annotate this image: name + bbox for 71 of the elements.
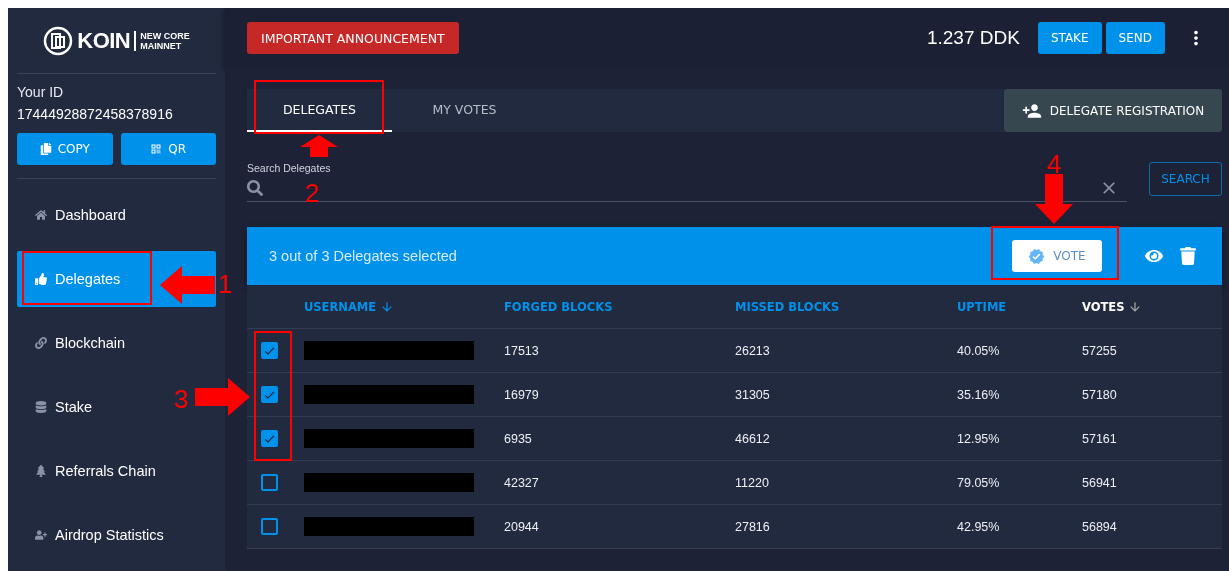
copy-button[interactable]: COPY [17,133,113,165]
pointer-arrow [1035,174,1073,224]
thumb-icon [35,273,47,285]
column-header[interactable]: FORGED BLOCKS [504,299,735,314]
vote-button[interactable]: VOTE [1012,240,1102,272]
tab[interactable]: MY VOTES [392,89,537,132]
send-button[interactable]: SEND [1105,22,1165,54]
search-icon [247,180,263,196]
pointer-arrow [160,266,215,304]
pointer-arrow [195,378,250,416]
table-cell-text: 20944 [504,519,540,534]
nav-item[interactable]: Dashboard [17,187,132,243]
column-header[interactable]: MISSED BLOCKS [735,299,957,314]
tab[interactable]: DELEGATES [247,89,392,132]
table-cell-text: 27816 [735,519,771,534]
table-cell-text: 57161 [1082,431,1118,446]
search-button[interactable]: SEARCH [1149,162,1222,196]
row-checkbox[interactable] [261,342,278,359]
stack-icon [35,401,47,413]
link-icon [35,337,47,349]
id-label: Your ID [17,84,65,100]
table-cell-text: 57255 [1082,343,1118,358]
pointer-arrow [300,135,338,157]
delegate-registration-button[interactable]: DELEGATE REGISTRATION [1004,89,1222,132]
logo-text: KOIN [77,27,131,54]
stake-button[interactable]: STAKE [1037,22,1102,54]
table-cell-text: 17513 [504,343,540,358]
table-cell-text: 42327 [504,475,540,490]
qr-code-icon [150,143,163,155]
balance: 1.237 DDK [926,27,1020,49]
table-cell-text: 26213 [735,343,771,358]
tree-icon [35,465,47,477]
qr-button[interactable]: QR [120,133,216,165]
table-cell-text: 40.05% [957,343,1001,358]
table-cell-text: 11220 [735,475,770,490]
nav-item[interactable]: Blockchain [17,315,132,371]
badge-check-icon [1028,247,1046,265]
table-cell-text: 42.95% [957,519,1001,534]
nav-item[interactable]: Referrals Chain [17,443,162,499]
table-cell-text: 16979 [504,387,540,402]
row-checkbox[interactable] [261,386,278,403]
table-cell-text: 12.95% [957,431,1001,446]
table-cell-text: 46612 [735,431,771,446]
row-checkbox[interactable] [261,430,278,447]
table-cell-text: 56941 [1082,475,1118,490]
logo-subtitle: NEW CORE [140,30,190,41]
table-cell-text: 31305 [735,387,771,402]
column-header[interactable]: USERNAME [304,299,504,314]
logo-icon [43,25,74,56]
home-icon [35,209,47,221]
nav-item[interactable]: Stake [17,379,99,435]
trash-icon[interactable] [1179,247,1197,265]
step-number: 3 [174,386,189,412]
copy-icon [39,143,52,155]
nav-item[interactable]: Airdrop Statistics [17,507,170,563]
step-number: 1 [218,271,233,297]
user-icon [35,529,47,541]
table-cell-text: 79.05% [957,475,1001,490]
row-checkbox[interactable] [261,518,278,535]
column-header[interactable]: VOTES [1082,299,1222,314]
table-cell-text: 35.16% [957,387,1001,402]
table-cell-text: 56894 [1082,519,1118,534]
logo-subtitle: MAINNET [140,40,183,51]
row-checkbox[interactable] [261,474,278,491]
table-cell-text: 57180 [1082,387,1118,402]
table-cell-text: 6935 [504,431,533,446]
id-value: 17444928872458378916 [17,106,174,122]
announcement-button[interactable]: IMPORTANT ANNOUNCEMENT [247,22,459,54]
eye-icon[interactable] [1145,247,1163,265]
selection-count: 3 out of 3 Delegates selected [269,248,457,264]
column-header[interactable]: UPTIME [957,299,1082,314]
